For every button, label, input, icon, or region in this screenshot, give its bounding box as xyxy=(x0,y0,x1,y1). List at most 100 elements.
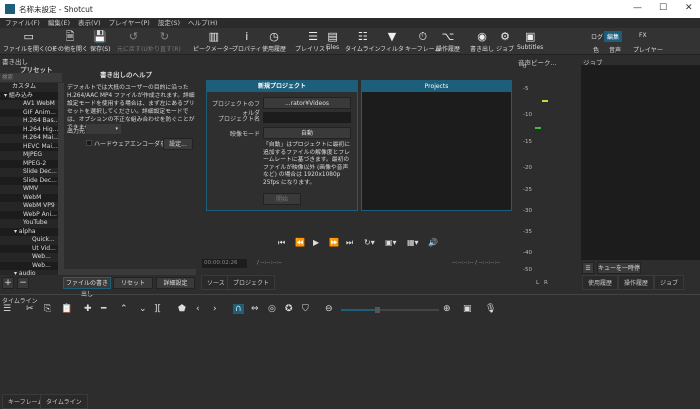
timeline-zoom-slider[interactable] xyxy=(341,307,439,313)
grid-icon[interactable]: ▦▾ xyxy=(407,238,419,247)
zoom-fit-icon[interactable]: ▣▾ xyxy=(385,238,397,247)
output-select[interactable]: ▾ xyxy=(86,124,121,134)
preset-item[interactable]: H.264 Bas... xyxy=(0,117,58,126)
split-icon[interactable]: ][ xyxy=(154,304,161,314)
lift-icon[interactable]: ⌃ xyxy=(120,304,128,314)
play-icon[interactable]: ▶ xyxy=(313,238,319,247)
preset-item[interactable]: MJPEG xyxy=(0,151,58,160)
preset-item[interactable]: Slide Dec... xyxy=(0,177,58,186)
toolbar-button[interactable]: 🗎 その他を開く xyxy=(52,30,88,53)
preset-item[interactable]: WebM xyxy=(0,194,58,203)
cut-icon[interactable]: ✂ xyxy=(26,304,34,314)
toolbar-button[interactable]: 💾 保存(S) xyxy=(90,30,111,53)
remove-preset-button[interactable]: − xyxy=(17,277,29,289)
preset-item[interactable]: Quick... xyxy=(0,236,58,245)
volume-icon[interactable]: 🔊 xyxy=(428,238,438,247)
ripple-all-icon[interactable]: ✪ xyxy=(285,304,293,314)
toolbar-button[interactable]: i プロパティ xyxy=(232,30,262,53)
rewind-icon[interactable]: ⏪ xyxy=(295,238,305,247)
preset-item[interactable]: MPEG-2 xyxy=(0,160,58,169)
minimize-button[interactable]: — xyxy=(633,3,642,13)
skip-end-icon[interactable]: ⏭ xyxy=(346,238,353,248)
fast-forward-icon[interactable]: ⏩ xyxy=(329,238,339,247)
tab-jobs[interactable]: ジョブ xyxy=(654,275,685,290)
toolbar-button[interactable]: ▤ Files xyxy=(326,30,339,51)
loop-icon[interactable]: ↻▾ xyxy=(364,238,375,247)
toolbar-button[interactable]: ↻ やり直す(R) xyxy=(148,30,181,53)
preset-item[interactable]: Ut Vid... xyxy=(0,245,58,254)
toolbar-button[interactable]: ⌥ 操作履歴 xyxy=(436,30,460,53)
tab-recent[interactable]: 使用履歴 xyxy=(582,275,619,290)
project-name-input[interactable] xyxy=(263,112,351,123)
zoom-fit-icon[interactable]: ▣ xyxy=(463,304,472,314)
layout-audio[interactable]: 音声 xyxy=(606,44,624,55)
ripple-icon[interactable]: ◎ xyxy=(268,304,276,314)
preset-item[interactable]: H.264 Hig... xyxy=(0,126,58,135)
menu-item[interactable]: 編集(E) xyxy=(48,18,70,28)
overwrite-icon[interactable]: ⌄ xyxy=(139,304,147,314)
snap-icon[interactable]: ∩ xyxy=(233,304,244,314)
menu-item[interactable]: 設定(S) xyxy=(158,18,180,28)
preset-item[interactable]: WebM VP9 xyxy=(0,202,58,211)
prev-marker-icon[interactable]: ‹ xyxy=(196,304,200,314)
toolbar-button[interactable]: ▥ ピークメーター xyxy=(193,30,235,53)
hw-encode-checkbox[interactable] xyxy=(86,140,92,146)
preset-item[interactable]: Web... xyxy=(0,253,58,262)
toolbar-button[interactable]: ▣ Subtitles xyxy=(517,30,543,51)
preset-item[interactable]: ▾ alpha xyxy=(0,228,58,237)
toolbar-button[interactable]: ↺ 元に戻す(U) xyxy=(117,30,150,53)
ripple-markers-icon[interactable]: ⛉ xyxy=(302,304,309,314)
menu-item[interactable]: プレイヤー(P) xyxy=(109,18,150,28)
tab-history[interactable]: 操作履歴 xyxy=(618,275,655,290)
slider-handle[interactable] xyxy=(375,307,381,313)
scrub-icon[interactable]: ⇔ xyxy=(251,304,259,314)
preset-item[interactable]: ▾ 組み込み xyxy=(0,92,58,101)
toolbar-button[interactable]: ▭ ファイルを開く(O) xyxy=(3,30,54,53)
layout-edit[interactable]: 編集 xyxy=(604,31,623,42)
tab-project[interactable]: プロジェクト xyxy=(227,275,276,290)
encoder-settings-button[interactable]: 設定... xyxy=(163,138,193,150)
preset-item[interactable]: YouTube xyxy=(0,219,58,228)
preset-item[interactable]: ▾ audio xyxy=(0,270,58,275)
skip-start-icon[interactable]: ⏮ xyxy=(278,238,285,248)
toolbar-button[interactable]: ⚙ ジョブ xyxy=(496,30,514,53)
preset-scrollbar[interactable] xyxy=(58,83,64,275)
menu-item[interactable]: 表示(V) xyxy=(78,18,101,28)
menu-item[interactable]: ヘルプ(H) xyxy=(188,18,217,28)
layout-fx[interactable]: FX xyxy=(636,31,650,40)
layout-color[interactable]: 色 xyxy=(590,44,602,55)
pause-queue-button[interactable]: キューを一時停止 xyxy=(597,262,641,283)
preset-item[interactable]: Web... xyxy=(0,262,58,271)
project-folder-button[interactable]: ...rator¥Videos xyxy=(263,97,351,109)
append-icon[interactable]: ✚ xyxy=(84,304,92,314)
next-marker-icon[interactable]: › xyxy=(213,304,217,314)
maximize-button[interactable]: ☐ xyxy=(659,3,667,13)
preset-item[interactable]: AV1 WebM xyxy=(0,100,58,109)
preset-item[interactable]: GIF Anim... xyxy=(0,109,58,118)
marker-icon[interactable]: ⬟ xyxy=(178,304,186,314)
paste-icon[interactable]: 📋 xyxy=(61,304,72,314)
close-button[interactable]: ✕ xyxy=(685,3,693,13)
preset-item[interactable]: HEVC Mai... xyxy=(0,143,58,152)
splitter[interactable] xyxy=(0,294,700,295)
layout-player[interactable]: プレイヤー xyxy=(630,44,666,55)
start-button[interactable]: 開始 xyxy=(263,193,301,205)
preset-item[interactable]: H.264 Mai... xyxy=(0,134,58,143)
toolbar-button[interactable]: ◉ 書き出し xyxy=(470,30,494,53)
menu-icon[interactable]: ☰ xyxy=(3,304,11,314)
export-file-button[interactable]: ファイルの書き出し xyxy=(63,277,111,298)
record-audio-icon[interactable]: 🎙 xyxy=(485,304,496,314)
timecode-input[interactable]: 00:00:02:26 xyxy=(202,259,247,268)
video-mode-select[interactable]: 自動 xyxy=(263,127,351,139)
copy-icon[interactable]: ⎘ xyxy=(44,304,51,314)
toolbar-button[interactable]: ▼ フィルタ xyxy=(380,30,404,53)
preset-item[interactable]: カスタム xyxy=(0,83,58,92)
timeline-area[interactable] xyxy=(0,318,700,392)
zoom-out-icon[interactable]: ⊖ xyxy=(325,304,333,314)
preset-search-input[interactable]: 検索 xyxy=(0,73,62,82)
preset-item[interactable]: WMV xyxy=(0,185,58,194)
menu-item[interactable]: ファイル(F) xyxy=(5,18,40,28)
preset-item[interactable]: WebP Ani... xyxy=(0,211,58,220)
preset-item[interactable]: Slide Dec... xyxy=(0,168,58,177)
reset-button[interactable]: リセット xyxy=(113,277,153,289)
